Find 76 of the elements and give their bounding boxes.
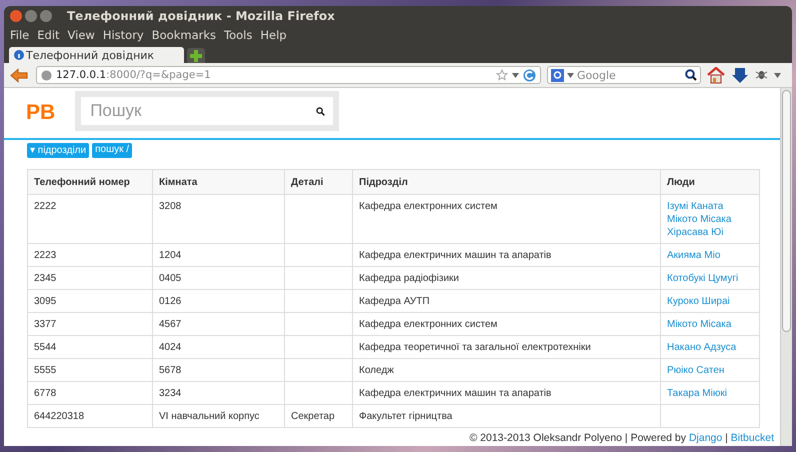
- table-cell: 3377: [28, 312, 152, 336]
- table-cell: 0126: [152, 290, 284, 312]
- logo[interactable]: PB: [26, 101, 56, 125]
- reload-icon[interactable]: [523, 68, 536, 82]
- table-cell: 5544: [28, 336, 152, 358]
- table-cell: Кафедра АУТП: [352, 290, 660, 312]
- browser-tab[interactable]: Телефонний довідник: [9, 47, 184, 63]
- table-cell: 4024: [152, 336, 284, 358]
- search-input[interactable]: Google: [577, 68, 682, 82]
- column-header: Телефонний номер: [28, 170, 152, 194]
- column-header: Люди: [660, 170, 760, 194]
- table-cell: Кафедра електричних машин та апаратів: [352, 244, 660, 266]
- menu-item[interactable]: File: [6, 28, 34, 42]
- search-bar[interactable]: Пошук: [81, 97, 334, 125]
- maximize-button[interactable]: [40, 10, 52, 22]
- dropdown-icon[interactable]: [774, 72, 781, 78]
- table-cell: 644220318: [28, 404, 152, 428]
- bug-icon[interactable]: [755, 69, 768, 81]
- search-bar[interactable]: Google: [547, 66, 701, 84]
- column-header: Підрозділ: [352, 170, 660, 194]
- column-header: Деталі: [284, 170, 352, 194]
- g-logo-icon: [551, 68, 564, 82]
- footer-link[interactable]: Bitbucket: [730, 432, 774, 444]
- plus-icon: [190, 50, 202, 62]
- table-cell: 4567: [152, 312, 284, 336]
- dropdown-icon[interactable]: [567, 72, 574, 78]
- table-cell: 1204: [152, 244, 284, 266]
- new-tab-button[interactable]: [187, 48, 205, 63]
- table-cell: 3095: [28, 290, 152, 312]
- breadcrumb-link[interactable]: пошук /: [92, 143, 132, 158]
- breadcrumb-link[interactable]: ▾ підрозділи: [27, 143, 90, 158]
- table-cell: Кафедра теоретичної та загальної електротехніки: [352, 336, 660, 358]
- download-arrow-icon[interactable]: [731, 66, 749, 84]
- menu-item[interactable]: Bookmarks: [148, 28, 220, 42]
- table-cell: 2222: [28, 194, 152, 244]
- person-link[interactable]: Ізумі Каната: [667, 200, 753, 213]
- home-icon[interactable]: [707, 66, 725, 84]
- table-cell: Факультет гірництва: [352, 404, 660, 428]
- table-cell: 5678: [152, 358, 284, 382]
- scrollbar-thumb[interactable]: [782, 90, 791, 332]
- table-cell: 0405: [152, 266, 284, 290]
- dropdown-icon[interactable]: [512, 72, 519, 78]
- column-header: Кімната: [152, 170, 284, 194]
- person-link[interactable]: Мікото Місака: [667, 213, 753, 226]
- scrollbar[interactable]: [780, 88, 792, 446]
- info-icon: [14, 50, 24, 60]
- table-cell: 2223: [28, 244, 152, 266]
- table-cell: 3234: [152, 382, 284, 404]
- search-icon[interactable]: [316, 106, 326, 116]
- back-arrow-icon[interactable]: [10, 68, 28, 82]
- table-cell: Кафедра електронних систем: [352, 312, 660, 336]
- url-text: 127.0.0.1:8000/?q=&page=1: [56, 69, 211, 81]
- menu-item[interactable]: View: [64, 28, 99, 42]
- table-cell: 5555: [28, 358, 152, 382]
- window-title: Телефонний довідник - Mozilla Firefox: [67, 9, 335, 23]
- menu-item[interactable]: Edit: [33, 28, 64, 42]
- close-button[interactable]: [10, 10, 22, 22]
- table-cell: Кафедра електричних машин та апаратів: [352, 382, 660, 404]
- table-cell: 3208: [152, 194, 284, 244]
- address-bar[interactable]: 127.0.0.1:8000/?q=&page=1: [36, 66, 541, 84]
- table-cell: Секретар: [284, 404, 352, 428]
- table-cell: 2345: [28, 266, 152, 290]
- star-icon[interactable]: [496, 69, 508, 81]
- search-input[interactable]: Пошук: [90, 101, 316, 121]
- table-cell: VI навчальний корпус: [152, 404, 284, 428]
- table-cell: Кафедра електронних систем: [352, 194, 660, 244]
- footer-link[interactable]: Django: [688, 432, 722, 444]
- menu-item[interactable]: Tools: [220, 28, 256, 42]
- table-cell: Коледж: [352, 358, 660, 382]
- menu-item[interactable]: History: [98, 28, 148, 42]
- minimize-button[interactable]: [25, 10, 37, 22]
- table-cell: Кафедра радіофізики: [352, 266, 660, 290]
- menu-item[interactable]: Help: [256, 28, 291, 42]
- search-icon[interactable]: [685, 69, 697, 81]
- table-cell: 6778: [28, 382, 152, 404]
- person-link[interactable]: Хірасава Юі: [667, 226, 753, 239]
